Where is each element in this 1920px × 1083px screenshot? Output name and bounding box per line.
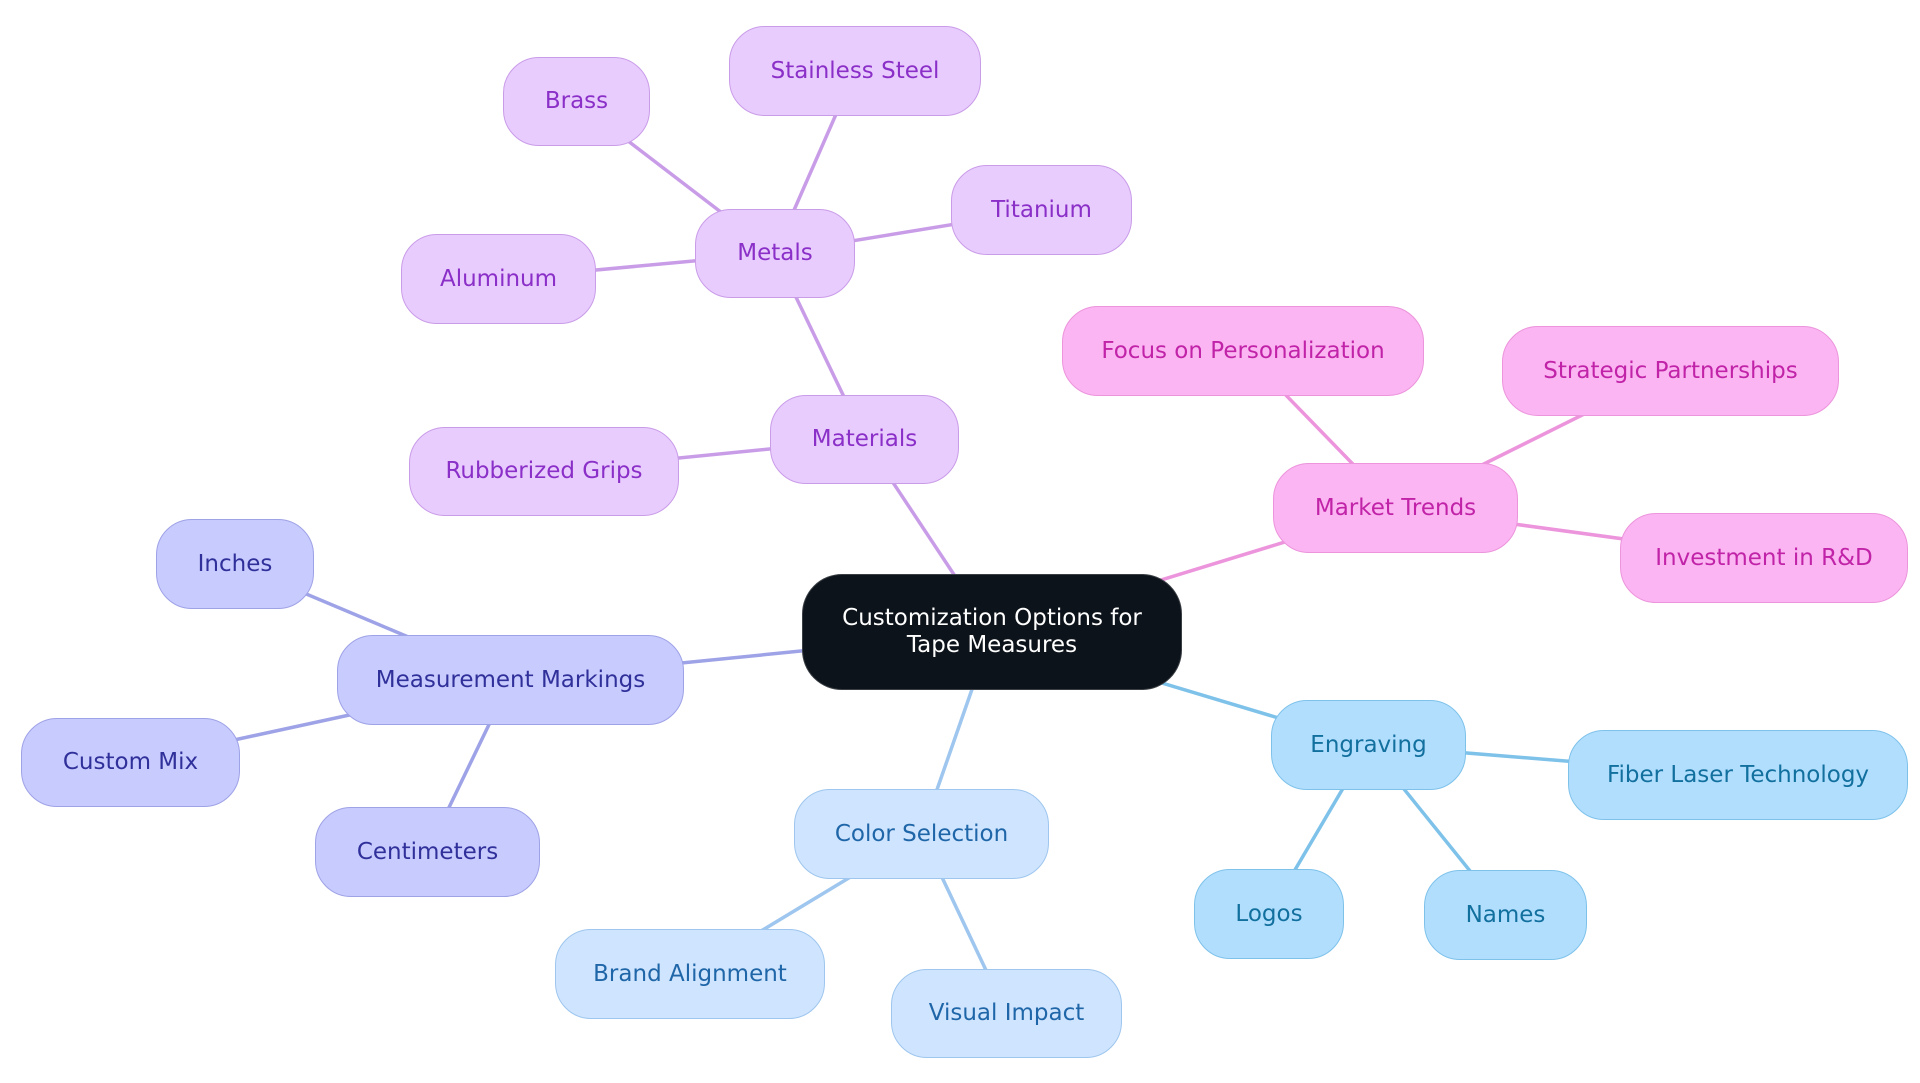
root-label: Customization Options for Tape Measures — [842, 605, 1142, 658]
node-label: Visual Impact — [928, 1000, 1085, 1026]
node-titanium[interactable]: Titanium — [951, 165, 1132, 255]
node-focus-on-personalization[interactable]: Focus on Personalization — [1062, 306, 1424, 396]
node-measurement-markings[interactable]: Measurement Markings — [337, 635, 684, 725]
root-node[interactable]: Customization Options for Tape Measures — [802, 574, 1182, 690]
node-label: Materials — [811, 426, 918, 452]
node-label: Metals — [737, 240, 813, 266]
node-label: Brand Alignment — [593, 960, 787, 987]
node-label: Measurement Markings — [375, 666, 646, 693]
node-logos[interactable]: Logos — [1194, 869, 1344, 959]
node-label: Custom Mix — [62, 749, 199, 775]
node-inches[interactable]: Inches — [156, 519, 314, 609]
node-stainless-steel[interactable]: Stainless Steel — [729, 26, 981, 116]
node-names[interactable]: Names — [1424, 870, 1587, 960]
node-visual-impact[interactable]: Visual Impact — [891, 969, 1122, 1058]
node-label: Rubberized Grips — [445, 458, 643, 484]
node-label: Brass — [544, 88, 609, 114]
node-centimeters[interactable]: Centimeters — [315, 807, 540, 897]
node-label: Focus on Personalization — [1101, 337, 1385, 364]
node-metals[interactable]: Metals — [695, 209, 855, 298]
node-label: Strategic Partnerships — [1543, 357, 1798, 384]
node-aluminum[interactable]: Aluminum — [401, 234, 596, 324]
node-label: Color Selection — [834, 820, 1009, 847]
node-label: Inches — [197, 550, 273, 577]
node-strategic-partnerships[interactable]: Strategic Partnerships — [1502, 326, 1839, 416]
node-fiber-laser-technology[interactable]: Fiber Laser Technology — [1568, 730, 1908, 820]
node-investment-in-rd[interactable]: Investment in R&D — [1620, 513, 1908, 603]
node-label: Aluminum — [439, 265, 558, 292]
node-label: Investment in R&D — [1655, 544, 1873, 571]
node-label: Names — [1465, 901, 1546, 928]
node-label: Stainless Steel — [770, 57, 940, 84]
node-color-selection[interactable]: Color Selection — [794, 789, 1049, 879]
node-custom-mix[interactable]: Custom Mix — [21, 718, 240, 807]
node-materials[interactable]: Materials — [770, 395, 959, 484]
node-brass[interactable]: Brass — [503, 57, 650, 146]
node-label: Titanium — [991, 196, 1092, 223]
node-rubberized-grips[interactable]: Rubberized Grips — [409, 427, 679, 516]
node-label: Fiber Laser Technology — [1606, 761, 1870, 788]
node-label: Engraving — [1310, 731, 1427, 758]
node-market-trends[interactable]: Market Trends — [1273, 463, 1518, 553]
node-engraving[interactable]: Engraving — [1271, 700, 1466, 790]
node-label: Centimeters — [356, 838, 499, 865]
node-label: Market Trends — [1314, 494, 1477, 521]
node-brand-alignment[interactable]: Brand Alignment — [555, 929, 825, 1019]
node-label: Logos — [1235, 900, 1303, 927]
